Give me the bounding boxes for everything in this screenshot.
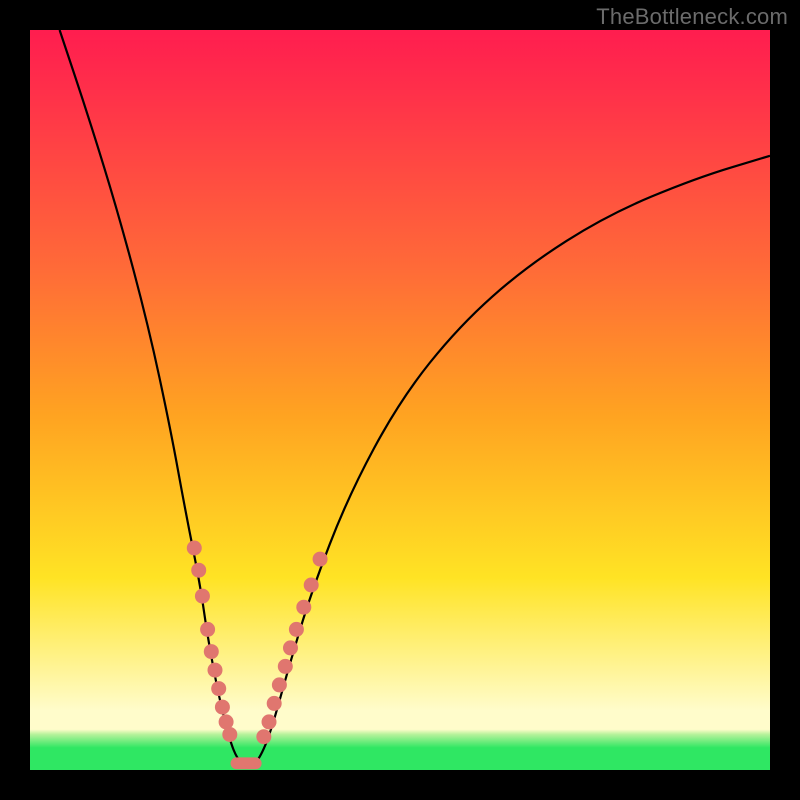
curve-dot (296, 600, 311, 615)
curve-dots-right (256, 552, 327, 745)
curve-dots-left (187, 541, 238, 742)
curve-dot (272, 677, 287, 692)
curve-dot (195, 589, 210, 604)
curve-dot (222, 727, 237, 742)
chart-stage: TheBottleneck.com (0, 0, 800, 800)
bottleneck-curve (60, 30, 770, 765)
curve-dot (313, 552, 328, 567)
curve-dot (267, 696, 282, 711)
curve-dot (256, 729, 271, 744)
bottleneck-curve-svg (30, 30, 770, 770)
curve-dot (262, 714, 277, 729)
curve-dot (304, 578, 319, 593)
curve-dot (191, 563, 206, 578)
plot-area (30, 30, 770, 770)
curve-dot (211, 681, 226, 696)
curve-dot (187, 541, 202, 556)
curve-dot (289, 622, 304, 637)
valley-lump (231, 757, 262, 769)
curve-dot (208, 663, 223, 678)
curve-dot (200, 622, 215, 637)
curve-dot (215, 700, 230, 715)
watermark-text: TheBottleneck.com (596, 4, 788, 30)
valley-lump-shape (231, 757, 262, 769)
curve-dot (204, 644, 219, 659)
curve-dot (283, 640, 298, 655)
curve-dot (278, 659, 293, 674)
